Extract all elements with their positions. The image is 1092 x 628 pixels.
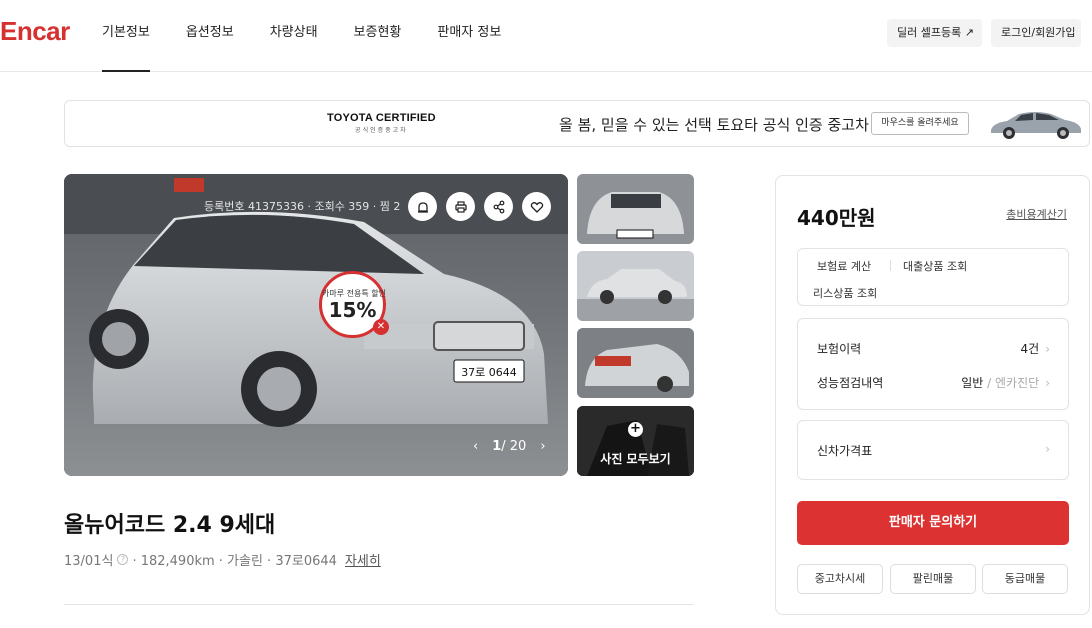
nav-seller-info[interactable]: 판매자 정보 [437, 0, 501, 72]
nav-warranty[interactable]: 보증현황 [354, 0, 402, 72]
site-header: Encar 기본정보 옵션정보 차량상태 보증현황 판매자 정보 딜러 셀프등록… [0, 0, 1092, 72]
price: 440만원 [797, 206, 876, 230]
inspection-row[interactable]: 성능점검내역 일반 / 엔카진단 › [817, 374, 1050, 391]
dealer-self-register-button[interactable]: 딜러 셀프등록 ↗ [887, 19, 982, 47]
login-signup-button[interactable]: 로그인/회원가입 [991, 19, 1081, 47]
siren-icon [417, 201, 428, 213]
printer-icon [454, 200, 467, 213]
thumbnail-front[interactable] [577, 174, 694, 244]
contact-seller-button[interactable]: 판매자 문의하기 [797, 501, 1069, 545]
thumbnail-image [577, 251, 694, 321]
share-button[interactable] [484, 192, 513, 221]
car-summary: 13/01식 ? · 182,490km · 가솔린 · 37로0644 자세히 [64, 550, 381, 569]
car-title: 올뉴어코드 2.4 9세대 [64, 513, 276, 538]
insurance-history-row[interactable]: 보험이력 4건 › [817, 340, 1050, 357]
inspection-label: 성능점검내역 [817, 376, 884, 390]
print-button[interactable] [446, 192, 475, 221]
thumbnail-rear[interactable] [577, 328, 694, 398]
divider [64, 604, 694, 605]
thumbnail-image [577, 174, 694, 244]
separator [890, 260, 891, 271]
banner-text: 올 봄, 믿을 수 있는 선택 토요타 공식 인증 중고차 [559, 116, 869, 134]
car-year: 13/01식 [64, 554, 114, 569]
favorite-button[interactable] [522, 192, 551, 221]
banner-hover-hint[interactable]: 마우스를 올려주세요 [871, 112, 969, 135]
share-icon [493, 200, 504, 213]
plus-icon: + [628, 422, 643, 437]
total-cost-calculator-link[interactable]: 총비용계산기 [1006, 206, 1067, 222]
chevron-right-icon: › [1045, 442, 1050, 456]
similar-listings-button[interactable]: 동급매물 [982, 564, 1068, 594]
nav-basic-info[interactable]: 기본정보 [102, 0, 150, 72]
new-car-price-box[interactable]: 신차가격표 › [797, 420, 1069, 480]
toyota-certified-banner[interactable]: TOYOTA CERTIFIED 공식인증중고차 올 봄, 믿을 수 있는 선택… [64, 100, 1090, 147]
inspection-value: 일반 [961, 376, 984, 390]
total-pages: / 20 [501, 439, 527, 454]
banner-car-image [991, 112, 1081, 139]
heart-icon [530, 201, 543, 213]
detail-link[interactable]: 자세히 [345, 550, 381, 569]
inspection-value-muted: / 엔카진단 [987, 376, 1040, 390]
main-nav: 기본정보 옵션정보 차량상태 보증현황 판매자 정보 [102, 0, 501, 72]
view-all-photos-button[interactable]: + 사진 모두보기 [577, 406, 694, 476]
insurance-history-value: 4건 [1020, 342, 1040, 356]
insurance-history-label: 보험이력 [817, 342, 862, 356]
new-car-price-row[interactable]: 신차가격표 › [817, 442, 1050, 459]
toyota-certified-logo: TOYOTA CERTIFIED 공식인증중고차 [327, 112, 436, 134]
chevron-right-icon: › [1045, 376, 1050, 390]
main-car-photo[interactable]: 37로 0644 등록번호 41375336 · 조회수 359 · 찜 2 카… [64, 174, 568, 476]
listing-stats-overlay: 등록번호 41375336 · 조회수 359 · 찜 2 [204, 200, 401, 213]
sold-listings-button[interactable]: 팔린매물 [890, 564, 976, 594]
nav-option-info[interactable]: 옵션정보 [186, 0, 234, 72]
finance-box: 보험료 계산 대출상품 조회 리스상품 조회 [797, 248, 1069, 306]
market-price-button[interactable]: 중고차시세 [797, 564, 883, 594]
encar-logo[interactable]: Encar [0, 16, 70, 47]
nav-vehicle-condition[interactable]: 차량상태 [270, 0, 318, 72]
discount-badge[interactable]: 카마루 전용특 할인 15% ✕ [319, 271, 389, 338]
thumbnail-side[interactable] [577, 251, 694, 321]
view-all-label: 사진 모두보기 [600, 452, 671, 466]
history-box: 보험이력 4건 › 성능점검내역 일반 / 엔카진단 › [797, 318, 1069, 410]
next-photo-button[interactable]: › [540, 439, 545, 454]
loan-lookup-link[interactable]: 대출상품 조회 [903, 258, 967, 274]
prev-photo-button[interactable]: ‹ [473, 439, 478, 454]
car-specs: · 182,490km · 가솔린 · 37로0644 [132, 554, 337, 569]
price-panel: 440만원 총비용계산기 보험료 계산 대출상품 조회 리스상품 조회 보험이력… [775, 175, 1090, 615]
close-icon[interactable]: ✕ [373, 319, 389, 335]
insurance-calc-link[interactable]: 보험료 계산 [817, 258, 871, 274]
current-page: 1 [492, 439, 502, 454]
chevron-right-icon: › [1045, 342, 1050, 356]
new-car-price-label: 신차가격표 [817, 444, 873, 458]
thumbnail-image [577, 328, 694, 398]
lease-lookup-link[interactable]: 리스상품 조회 [813, 285, 877, 301]
photo-pager: ‹ 1/ 20 › [473, 439, 546, 454]
info-icon[interactable]: ? [117, 554, 129, 565]
photo-actions [408, 192, 551, 221]
alarm-button[interactable] [408, 192, 437, 221]
svg-text:37로 0644: 37로 0644 [461, 366, 517, 379]
